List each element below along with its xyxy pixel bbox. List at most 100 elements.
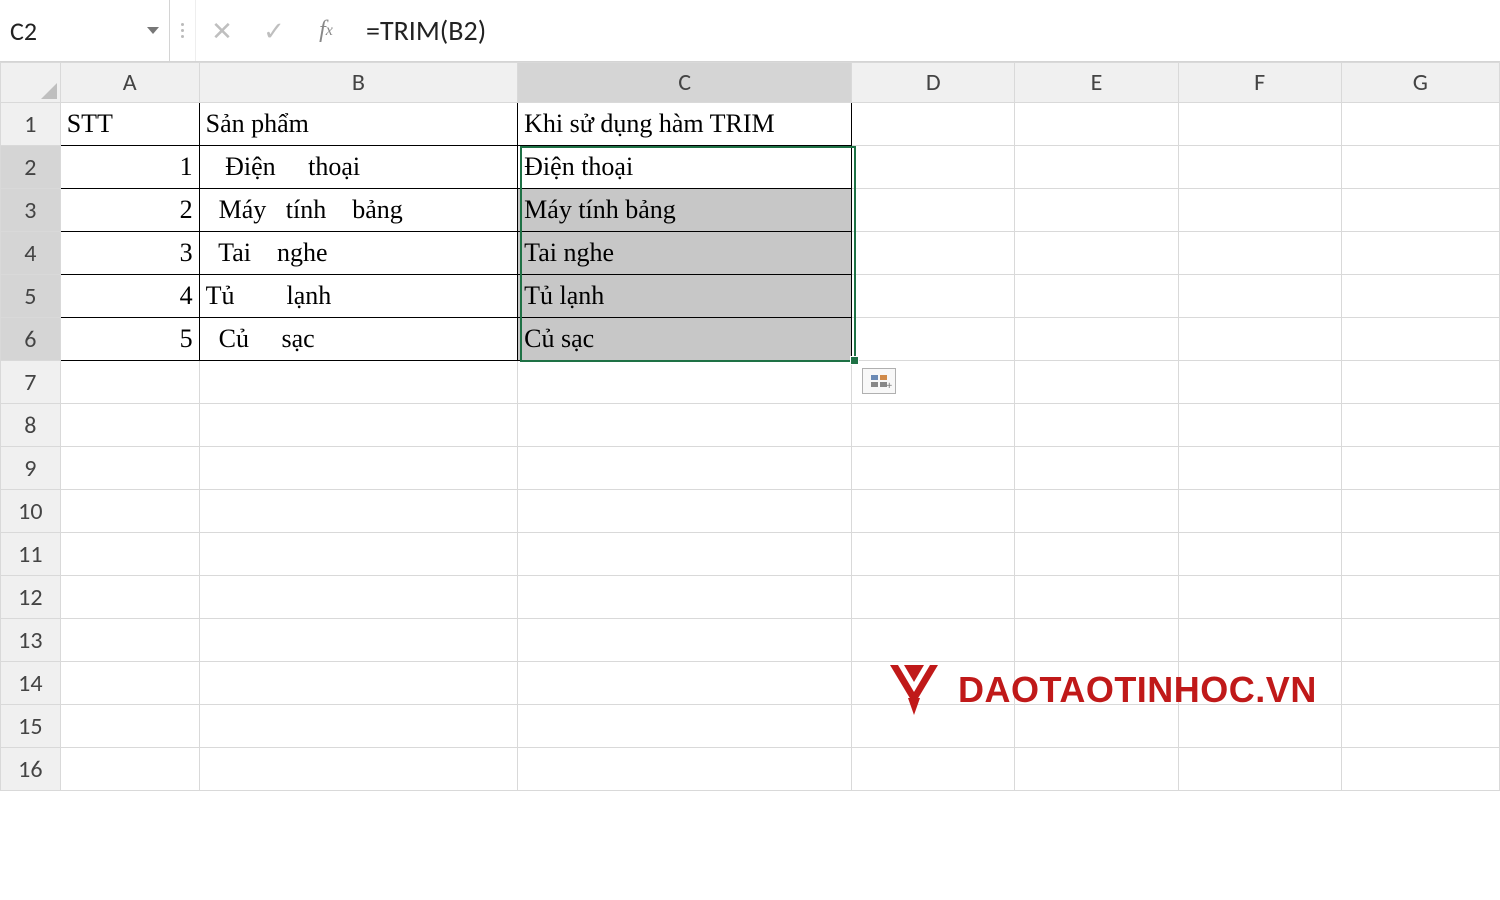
row-header-10[interactable]: 10 xyxy=(1,490,61,533)
cell[interactable] xyxy=(60,576,199,619)
cell[interactable] xyxy=(852,447,1015,490)
cell-E3[interactable] xyxy=(1015,189,1178,232)
cell[interactable] xyxy=(199,490,518,533)
row-header-16[interactable]: 16 xyxy=(1,748,61,791)
cell[interactable] xyxy=(199,748,518,791)
cell[interactable] xyxy=(1015,576,1178,619)
cell[interactable] xyxy=(199,576,518,619)
formula-input[interactable]: =TRIM(B2) xyxy=(352,0,1500,61)
row-header-7[interactable]: 7 xyxy=(1,361,61,404)
cell-C4[interactable]: Tai nghe xyxy=(518,232,852,275)
cell[interactable] xyxy=(60,361,199,404)
cell[interactable] xyxy=(1341,619,1499,662)
cell[interactable] xyxy=(518,361,852,404)
col-header-G[interactable]: G xyxy=(1341,63,1499,103)
select-all-corner[interactable] xyxy=(1,63,61,103)
cell-G6[interactable] xyxy=(1341,318,1499,361)
cell-D3[interactable] xyxy=(852,189,1015,232)
cell[interactable] xyxy=(60,748,199,791)
cell[interactable] xyxy=(1178,748,1341,791)
row-header-14[interactable]: 14 xyxy=(1,662,61,705)
cell[interactable] xyxy=(199,447,518,490)
row-header-13[interactable]: 13 xyxy=(1,619,61,662)
col-header-A[interactable]: A xyxy=(60,63,199,103)
row-header-5[interactable]: 5 xyxy=(1,275,61,318)
cell[interactable] xyxy=(1015,490,1178,533)
cell-D1[interactable] xyxy=(852,103,1015,146)
cell[interactable] xyxy=(1178,533,1341,576)
cell[interactable] xyxy=(60,533,199,576)
cell[interactable] xyxy=(1341,705,1499,748)
cell-G1[interactable] xyxy=(1341,103,1499,146)
cell-B1[interactable]: Sản phẩm xyxy=(199,103,518,146)
cell[interactable] xyxy=(60,490,199,533)
cell-G5[interactable] xyxy=(1341,275,1499,318)
cell-C5[interactable]: Tủ lạnh xyxy=(518,275,852,318)
cell[interactable] xyxy=(1178,576,1341,619)
cell[interactable] xyxy=(1178,490,1341,533)
cell[interactable] xyxy=(1178,619,1341,662)
cell-B3[interactable]: Máy tính bảng xyxy=(199,189,518,232)
cell-D4[interactable] xyxy=(852,232,1015,275)
cell-E6[interactable] xyxy=(1015,318,1178,361)
cell-E5[interactable] xyxy=(1015,275,1178,318)
cell[interactable] xyxy=(1015,533,1178,576)
cell[interactable] xyxy=(199,662,518,705)
cell[interactable] xyxy=(1178,447,1341,490)
cell[interactable] xyxy=(1178,404,1341,447)
chevron-down-icon[interactable] xyxy=(147,27,159,34)
cell[interactable] xyxy=(518,619,852,662)
cell[interactable] xyxy=(852,533,1015,576)
cell-A1[interactable]: STT xyxy=(60,103,199,146)
cell[interactable] xyxy=(852,404,1015,447)
cell[interactable] xyxy=(199,619,518,662)
cell[interactable] xyxy=(1341,576,1499,619)
cell-F1[interactable] xyxy=(1178,103,1341,146)
cell[interactable] xyxy=(518,705,852,748)
cell-E1[interactable] xyxy=(1015,103,1178,146)
cell[interactable] xyxy=(1341,404,1499,447)
cell[interactable] xyxy=(518,447,852,490)
insert-function-button[interactable]: fx xyxy=(300,0,352,61)
cell[interactable] xyxy=(60,447,199,490)
cell[interactable] xyxy=(1341,447,1499,490)
col-header-D[interactable]: D xyxy=(852,63,1015,103)
col-header-B[interactable]: B xyxy=(199,63,518,103)
quick-analysis-icon[interactable]: + xyxy=(862,368,896,394)
cell[interactable] xyxy=(1178,361,1341,404)
cell-F3[interactable] xyxy=(1178,189,1341,232)
cell[interactable] xyxy=(518,533,852,576)
col-header-E[interactable]: E xyxy=(1015,63,1178,103)
cell-B4[interactable]: Tai nghe xyxy=(199,232,518,275)
cell-F4[interactable] xyxy=(1178,232,1341,275)
row-header-4[interactable]: 4 xyxy=(1,232,61,275)
cell-A4[interactable]: 3 xyxy=(60,232,199,275)
cell[interactable] xyxy=(60,705,199,748)
col-header-F[interactable]: F xyxy=(1178,63,1341,103)
name-box[interactable]: C2 xyxy=(0,0,170,61)
cell[interactable] xyxy=(518,576,852,619)
cell-E2[interactable] xyxy=(1015,146,1178,189)
confirm-formula-button[interactable]: ✓ xyxy=(248,0,300,61)
cell[interactable] xyxy=(518,748,852,791)
cell[interactable] xyxy=(1015,404,1178,447)
row-header-11[interactable]: 11 xyxy=(1,533,61,576)
cell[interactable] xyxy=(852,748,1015,791)
row-header-8[interactable]: 8 xyxy=(1,404,61,447)
cell[interactable] xyxy=(60,662,199,705)
cell-C6[interactable]: Củ sạc xyxy=(518,318,852,361)
cell[interactable] xyxy=(199,404,518,447)
row-header-9[interactable]: 9 xyxy=(1,447,61,490)
cell-G4[interactable] xyxy=(1341,232,1499,275)
cell-F2[interactable] xyxy=(1178,146,1341,189)
cell[interactable] xyxy=(518,490,852,533)
cell[interactable] xyxy=(1341,533,1499,576)
cell[interactable] xyxy=(60,404,199,447)
cell[interactable] xyxy=(1341,361,1499,404)
cancel-formula-button[interactable]: ✕ xyxy=(196,0,248,61)
cell-D5[interactable] xyxy=(852,275,1015,318)
cell[interactable] xyxy=(852,490,1015,533)
cell[interactable] xyxy=(518,404,852,447)
cell-B2[interactable]: Điện thoại xyxy=(199,146,518,189)
row-header-2[interactable]: 2 xyxy=(1,146,61,189)
